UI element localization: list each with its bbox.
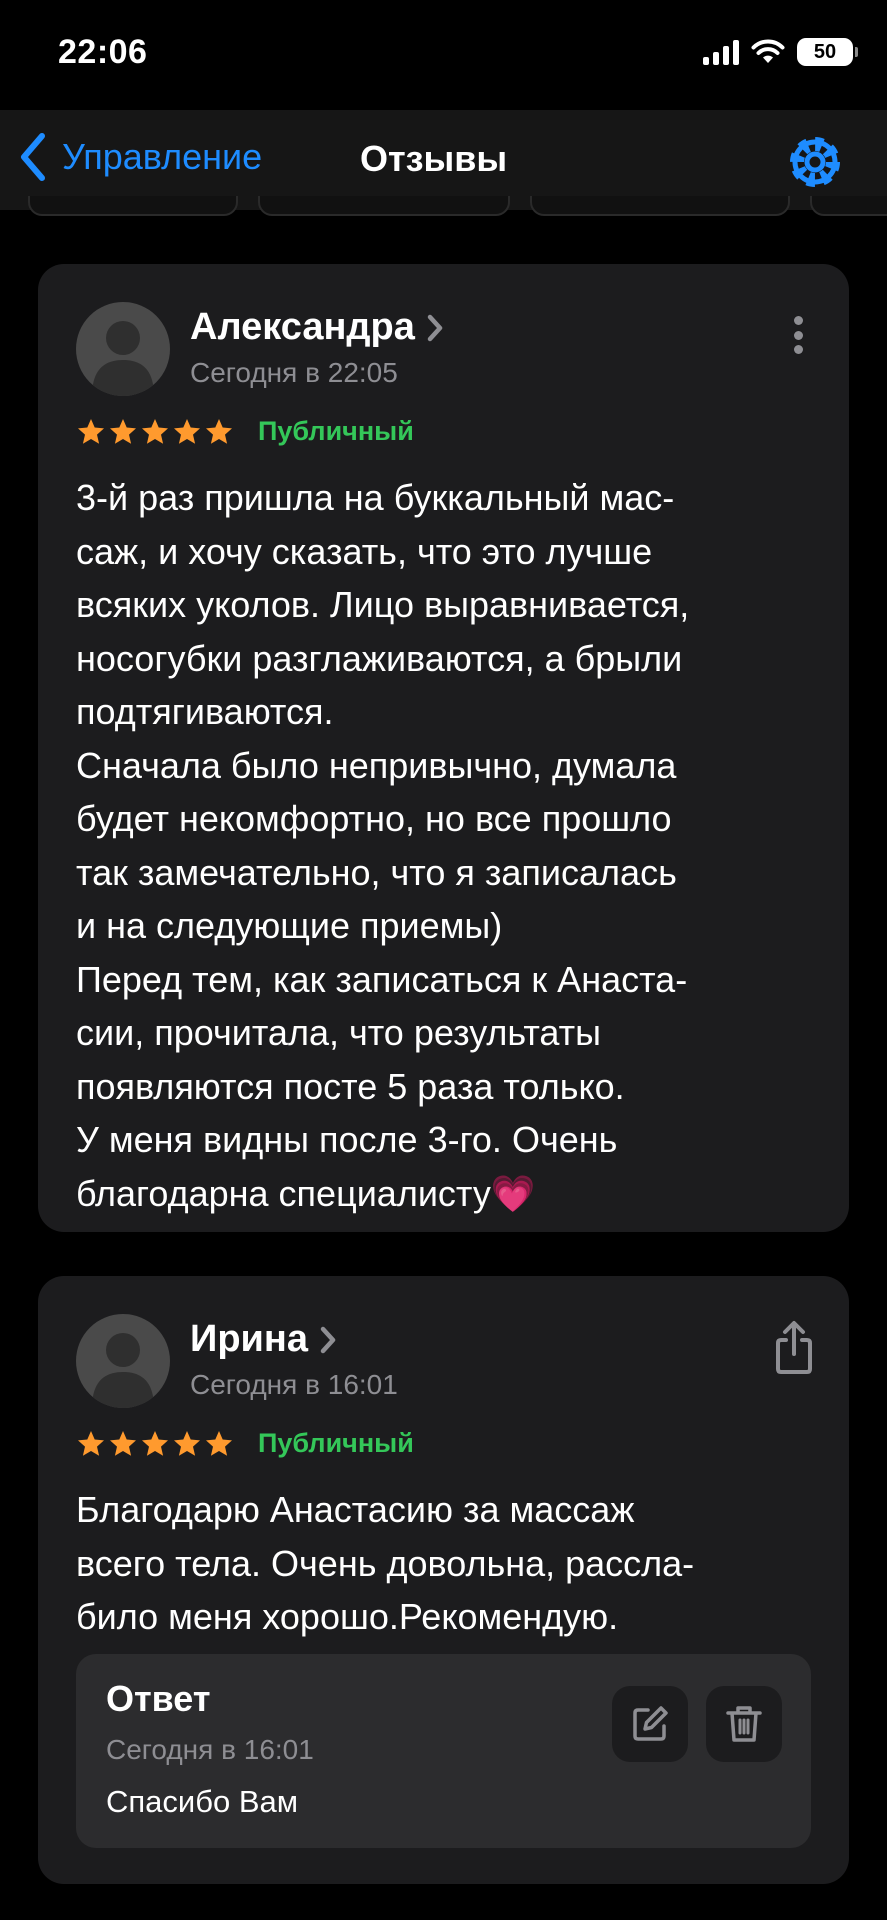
user-placeholder-icon: [92, 1333, 154, 1408]
review-card: Александра Сегодня в 22:05 Публичный 3-й…: [38, 264, 849, 1232]
star-icon: [206, 418, 232, 444]
back-button-label: Управление: [62, 136, 263, 177]
author-link[interactable]: Александра: [190, 306, 445, 349]
delete-reply-button[interactable]: [706, 1686, 782, 1762]
share-icon: [776, 1321, 812, 1374]
reply-text: Спасибо Вам: [106, 1784, 299, 1819]
filter-chip[interactable]: [28, 196, 238, 216]
user-placeholder-icon: [92, 321, 154, 396]
status-bar: 22:06 50: [0, 0, 887, 110]
visibility-badge: Публичный: [258, 416, 414, 446]
reply-date: Сегодня в 16:01: [106, 1734, 314, 1765]
back-button[interactable]: Управление: [18, 132, 262, 182]
star-rating: [76, 1429, 234, 1459]
star-icon: [78, 1430, 104, 1456]
owner-reply: Ответ Сегодня в 16:01 Спасибо Вам: [76, 1654, 811, 1848]
rating-row: Публичный: [76, 416, 414, 447]
trash-icon: [726, 1706, 762, 1742]
star-icon: [206, 1430, 232, 1456]
review-date: Сегодня в 22:05: [190, 357, 398, 388]
review-text: 3-й раз пришла на буккальный мас- саж, и…: [76, 477, 690, 1214]
filter-chip[interactable]: [258, 196, 510, 216]
filter-chips-row: [0, 196, 887, 220]
reply-title: Ответ: [106, 1678, 211, 1719]
review-date: Сегодня в 16:01: [190, 1369, 398, 1400]
dot: [793, 316, 803, 325]
rating-row: Публичный: [76, 1428, 414, 1459]
dot: [793, 345, 803, 354]
navigation-bar: Управление Отзывы: [0, 110, 887, 210]
star-rating: [76, 417, 234, 447]
visibility-badge: Публичный: [258, 1428, 414, 1458]
avatar: [76, 1314, 170, 1408]
filter-chip[interactable]: [530, 196, 790, 216]
status-icons: 50: [703, 38, 858, 66]
review-text: Благодарю Анастасию за массаж всего тела…: [76, 1489, 695, 1637]
star-icon: [142, 418, 168, 444]
author-name: Александра: [190, 306, 415, 348]
avatar: [76, 302, 170, 396]
more-options-button[interactable]: [778, 312, 818, 358]
share-button[interactable]: [764, 1318, 824, 1378]
author-name: Ирина: [190, 1318, 308, 1360]
cellular-signal-icon: [703, 39, 739, 65]
settings-button[interactable]: [785, 132, 845, 192]
chevron-left-icon: [21, 133, 45, 181]
edit-reply-button[interactable]: [612, 1686, 688, 1762]
star-icon: [110, 418, 136, 444]
wifi-icon: [751, 39, 785, 63]
dot: [793, 330, 803, 340]
filter-chip[interactable]: [810, 196, 887, 216]
chevron-right-icon: [427, 314, 443, 341]
author-link[interactable]: Ирина: [190, 1318, 338, 1361]
battery-icon: 50: [797, 38, 858, 66]
star-icon: [78, 418, 104, 444]
star-icon: [110, 1430, 136, 1456]
star-icon: [174, 1430, 200, 1456]
status-time: 22:06: [58, 33, 148, 71]
gear-icon: [790, 137, 840, 187]
edit-icon: [633, 1706, 668, 1741]
star-icon: [174, 418, 200, 444]
battery-level: 50: [813, 40, 837, 63]
star-icon: [142, 1430, 168, 1456]
page-title: Отзывы: [360, 138, 508, 179]
chevron-right-icon: [320, 1326, 336, 1353]
review-card: Ирина Сегодня в 16:01 Публичный Благодар…: [38, 1276, 849, 1884]
